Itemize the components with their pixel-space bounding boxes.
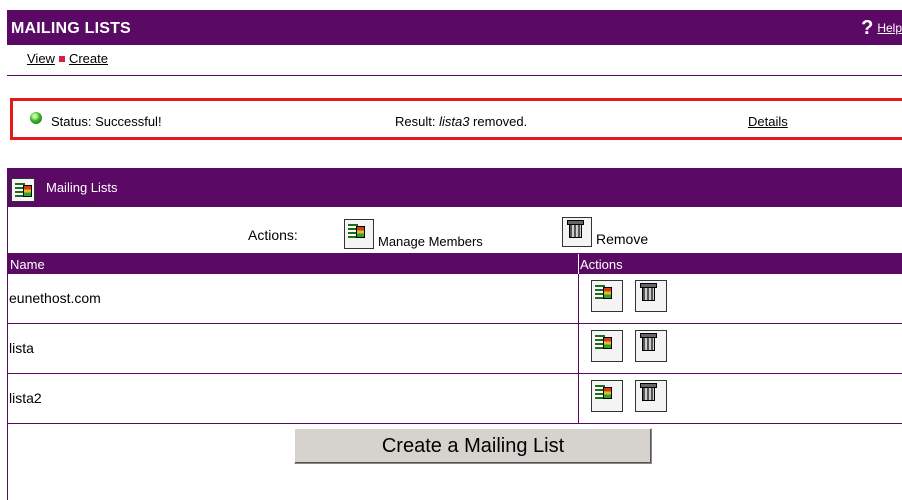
list-name: eunethost.com <box>9 290 101 306</box>
mailing-lists-panel: Mailing Lists Actions: Manage Members Re… <box>7 168 902 500</box>
manage-members-icon[interactable] <box>591 380 623 412</box>
row-actions <box>591 330 667 362</box>
remove-icon[interactable] <box>635 380 667 412</box>
remove-icon[interactable] <box>635 280 667 312</box>
nav-view-link[interactable]: View <box>27 51 55 66</box>
result-suffix: removed. <box>469 114 528 129</box>
table-row: lista2 <box>8 374 902 424</box>
row-actions <box>591 380 667 412</box>
list-name: lista <box>9 340 34 356</box>
page-header: MAILING LISTS ? Help <box>7 10 902 45</box>
help-icon[interactable]: ? <box>861 18 873 38</box>
table-header: Name Actions <box>8 254 902 274</box>
nav-create-link[interactable]: Create <box>69 51 108 66</box>
remove-icon[interactable] <box>635 330 667 362</box>
manage-members-icon <box>11 178 35 202</box>
manage-members-icon[interactable] <box>591 330 623 362</box>
column-header-name: Name <box>10 257 45 272</box>
nav-separator <box>58 55 65 62</box>
remove-button[interactable]: Remove <box>562 217 648 247</box>
manage-members-icon[interactable] <box>344 219 374 249</box>
column-divider <box>578 254 579 274</box>
result-item: lista3 <box>439 114 470 129</box>
list-name: lista2 <box>9 390 42 406</box>
bulk-actions-row: Actions: Manage Members Remove <box>8 207 902 254</box>
table-row: eunethost.com <box>8 274 902 324</box>
panel-title: Mailing Lists <box>46 180 118 195</box>
panel-title-bar: Mailing Lists <box>8 168 902 207</box>
result-text: Result: lista3 removed. <box>395 114 527 129</box>
column-divider <box>578 274 579 323</box>
column-divider <box>578 324 579 373</box>
column-divider <box>578 374 579 423</box>
create-mailing-list-button[interactable]: Create a Mailing List <box>294 428 652 464</box>
result-prefix: Result: <box>395 114 440 129</box>
details-link[interactable]: Details <box>748 114 788 129</box>
create-row: Create a Mailing List <box>8 424 902 470</box>
subnav: View Create <box>7 45 902 76</box>
help-link[interactable]: Help <box>877 21 902 35</box>
status-banner: Status: Successful! Result: lista3 remov… <box>10 98 902 140</box>
remove-label[interactable]: Remove <box>596 231 648 247</box>
actions-label: Actions: <box>248 227 298 243</box>
row-actions <box>591 280 667 312</box>
status-success-icon <box>30 112 42 124</box>
manage-members-button[interactable]: Manage Members <box>344 219 483 249</box>
help-link-group[interactable]: ? Help <box>861 18 902 38</box>
table-row: lista <box>8 324 902 374</box>
page-title: MAILING LISTS <box>11 20 131 37</box>
manage-members-label[interactable]: Manage Members <box>378 234 483 249</box>
column-header-actions: Actions <box>580 257 623 272</box>
manage-members-icon[interactable] <box>591 280 623 312</box>
remove-icon[interactable] <box>562 217 592 247</box>
status-text: Status: Successful! <box>51 114 162 129</box>
